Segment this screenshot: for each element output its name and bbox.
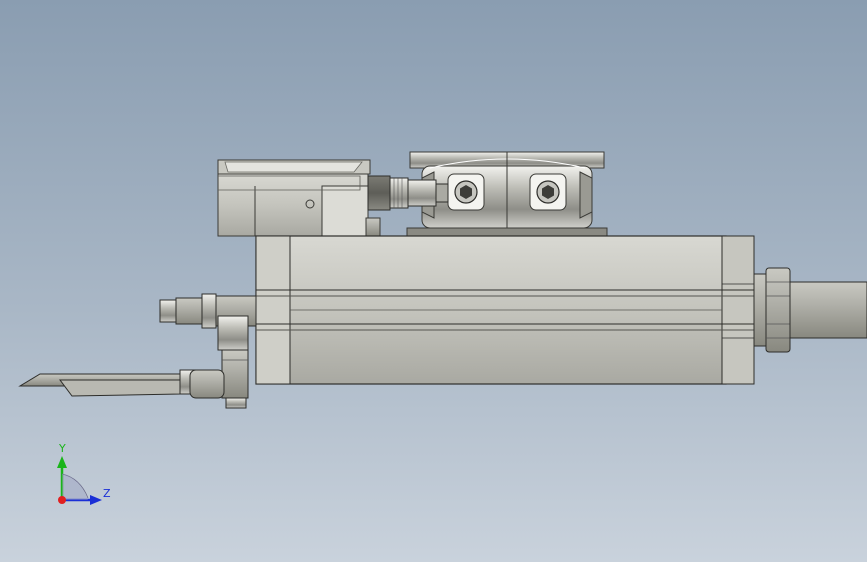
view-orientation-triad[interactable]: Y Z (40, 438, 130, 518)
air-tube (18, 369, 225, 399)
z-axis-arrow-icon (90, 495, 102, 505)
z-axis-label: Z (103, 487, 111, 500)
triad-axes (57, 456, 102, 505)
cad-viewport[interactable]: Y Z (0, 0, 867, 562)
output-shaft (753, 267, 867, 353)
y-axis-arrow-icon (57, 456, 67, 468)
x-axis-origin (58, 496, 66, 504)
y-axis-label: Y (59, 442, 66, 455)
shock-absorber (367, 175, 449, 211)
actuator-body (255, 235, 755, 385)
cad-model-rotary-actuator[interactable] (0, 0, 867, 562)
triad-plane (62, 474, 88, 500)
stopper-bracket (217, 159, 381, 237)
